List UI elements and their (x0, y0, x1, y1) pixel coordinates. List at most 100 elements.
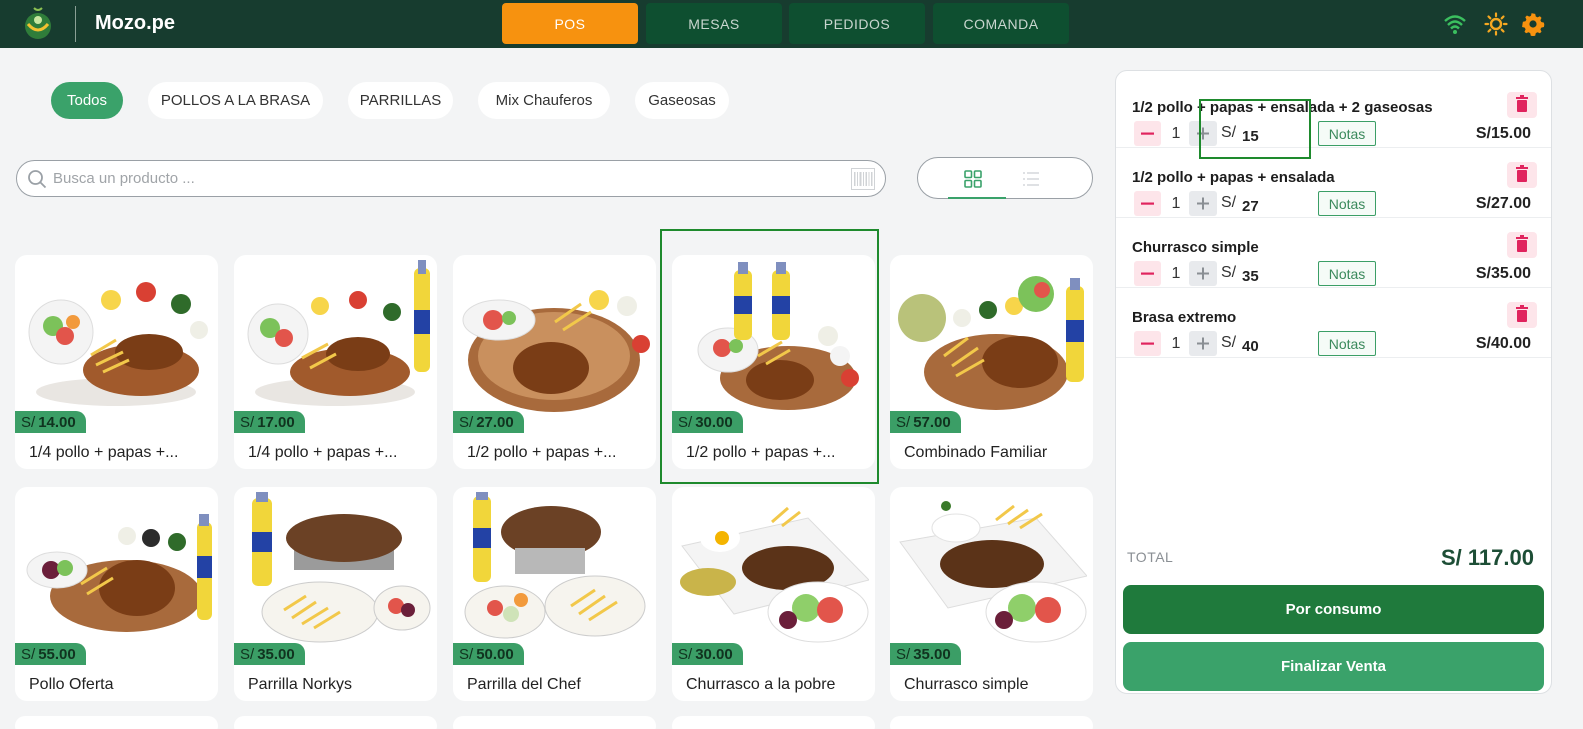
price-currency: S/ (1221, 264, 1237, 281)
item-unit-price[interactable]: 27 (1242, 198, 1259, 215)
product-image (896, 492, 1087, 647)
product-price: S/14.00 (15, 411, 86, 433)
minus-icon (1141, 272, 1154, 275)
notes-button[interactable]: Notas (1318, 121, 1376, 146)
increase-qty-button[interactable] (1189, 331, 1217, 356)
sun-icon[interactable] (1484, 12, 1508, 36)
tab-mesas[interactable]: MESAS (646, 3, 782, 44)
category-chip-gaseosas[interactable]: Gaseosas (635, 82, 729, 119)
decrease-qty-button[interactable] (1134, 261, 1161, 286)
product-name: 1/4 pollo + papas +... (29, 444, 179, 461)
product-price: S/35.00 (890, 643, 961, 665)
price-currency: S/ (1221, 194, 1237, 211)
product-price: S/27.00 (453, 411, 524, 433)
brand-name: Mozo.pe (95, 12, 175, 34)
order-item-title: Brasa extremo (1132, 309, 1237, 326)
product-image (678, 492, 869, 647)
product-name: 1/2 pollo + papas +... (467, 444, 617, 461)
increase-qty-button[interactable] (1189, 261, 1217, 286)
item-unit-price[interactable]: 40 (1242, 338, 1259, 355)
item-subtotal: S/27.00 (1475, 195, 1531, 212)
barcode-icon[interactable] (851, 168, 875, 190)
tab-comanda[interactable]: COMANDA (933, 3, 1069, 44)
product-card-partial[interactable] (453, 716, 656, 729)
product-card[interactable]: S/35.00 Parrilla Norkys (234, 487, 437, 701)
tab-pedidos[interactable]: PEDIDOS (789, 3, 925, 44)
product-card-partial[interactable] (15, 716, 218, 729)
product-card[interactable]: S/57.00 Combinado Familiar (890, 255, 1093, 469)
product-card-partial[interactable] (672, 716, 875, 729)
delete-item-button[interactable] (1507, 162, 1537, 188)
delete-item-button[interactable] (1507, 302, 1537, 328)
product-card[interactable]: S/30.00 Churrasco a la pobre (672, 487, 875, 701)
trash-icon (1516, 305, 1528, 322)
decrease-qty-button[interactable] (1134, 191, 1161, 216)
product-card[interactable]: S/14.00 1/4 pollo + papas +... (15, 255, 218, 469)
list-view-icon[interactable] (1022, 170, 1040, 188)
por-consumo-button[interactable]: Por consumo (1123, 585, 1544, 634)
product-name: Parrilla del Chef (467, 676, 581, 693)
item-quantity: 1 (1171, 125, 1181, 142)
order-item-title: 1/2 pollo + papas + ensalada (1132, 169, 1335, 186)
category-chip-todos[interactable]: Todos (51, 82, 123, 119)
product-price: S/30.00 (672, 643, 743, 665)
search-box (16, 160, 886, 197)
product-image (459, 260, 650, 415)
notes-button[interactable]: Notas (1318, 261, 1376, 286)
grid-view-icon[interactable] (964, 170, 982, 188)
product-card[interactable]: S/35.00 Churrasco simple (890, 487, 1093, 701)
tab-pos[interactable]: POS (502, 3, 638, 44)
product-price: S/57.00 (890, 411, 961, 433)
trash-icon (1516, 165, 1528, 182)
item-subtotal: S/35.00 (1475, 265, 1531, 282)
increase-qty-button[interactable] (1189, 191, 1217, 216)
order-item: Churrasco simple 1 S/ 35 Notas S/35.00 (1116, 218, 1551, 288)
total-value: S/ 117.00 (1441, 545, 1534, 570)
view-toggle (917, 157, 1093, 199)
category-chip-parrillas[interactable]: PARRILLAS (348, 82, 453, 119)
delete-item-button[interactable] (1507, 232, 1537, 258)
product-card[interactable]: S/27.00 1/2 pollo + papas +... (453, 255, 656, 469)
order-item: 1/2 pollo + papas + ensalada + 2 gaseosa… (1116, 78, 1551, 148)
item-subtotal: S/40.00 (1475, 335, 1531, 352)
product-name: 1/4 pollo + papas +... (248, 444, 398, 461)
order-item-title: Churrasco simple (1132, 239, 1259, 256)
product-name: Combinado Familiar (904, 444, 1048, 461)
notes-button[interactable]: Notas (1318, 331, 1376, 356)
plus-icon (1197, 337, 1209, 350)
product-card[interactable]: S/55.00 Pollo Oferta (15, 487, 218, 701)
minus-icon (1141, 342, 1154, 345)
decrease-qty-button[interactable] (1134, 121, 1161, 146)
item-subtotal: S/15.00 (1475, 125, 1531, 142)
category-chip-mix-chauferos[interactable]: Mix Chauferos (478, 82, 610, 119)
product-image (240, 260, 431, 415)
search-input[interactable] (53, 161, 833, 196)
product-card[interactable]: S/17.00 1/4 pollo + papas +... (234, 255, 437, 469)
price-edit-highlight (1199, 99, 1311, 159)
item-quantity: 1 (1171, 335, 1181, 352)
total-label: TOTAL (1127, 549, 1174, 565)
selected-product-highlight (660, 229, 879, 484)
item-quantity: 1 (1171, 195, 1181, 212)
minus-icon (1141, 132, 1154, 135)
wifi-icon[interactable] (1443, 12, 1467, 36)
category-chip-pollos[interactable]: POLLOS A LA BRASA (148, 82, 323, 119)
active-view-underline (948, 197, 1006, 199)
product-price: S/17.00 (234, 411, 305, 433)
minus-icon (1141, 202, 1154, 205)
product-card[interactable]: S/50.00 Parrilla del Chef (453, 487, 656, 701)
notes-button[interactable]: Notas (1318, 191, 1376, 216)
settings-icon[interactable] (1521, 12, 1545, 36)
product-image (896, 260, 1087, 415)
mozo-logo-icon (25, 7, 51, 39)
decrease-qty-button[interactable] (1134, 331, 1161, 356)
product-card-partial[interactable] (234, 716, 437, 729)
product-card-partial[interactable] (890, 716, 1093, 729)
product-price: S/50.00 (453, 643, 524, 665)
finalizar-venta-button[interactable]: Finalizar Venta (1123, 642, 1544, 691)
product-price: S/35.00 (234, 643, 305, 665)
order-item: Brasa extremo 1 S/ 40 Notas S/40.00 (1116, 288, 1551, 358)
plus-icon (1197, 267, 1209, 280)
item-unit-price[interactable]: 35 (1242, 268, 1259, 285)
delete-item-button[interactable] (1507, 92, 1537, 118)
